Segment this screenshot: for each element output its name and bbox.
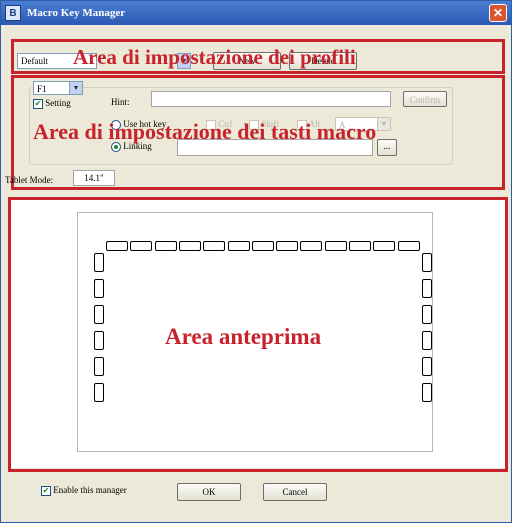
macro-area-callout: Area di impostazione dei tasti macro [33, 119, 377, 144]
cancel-button[interactable]: Cancel [263, 483, 327, 501]
close-icon: ✕ [492, 6, 504, 20]
app-icon: B [5, 5, 21, 21]
preview-area-callout: Area anteprima [165, 324, 322, 349]
tablet-mode-value: 14.1" [73, 170, 115, 186]
tablet-mode-label: Tablet Mode: [5, 175, 54, 185]
ok-button[interactable]: OK [177, 483, 241, 501]
enable-manager-label: Enable this manager [53, 485, 127, 495]
window-title: Macro Key Manager [27, 7, 126, 19]
enable-manager-checkbox[interactable]: ✔ Enable this manager [41, 485, 127, 496]
checkmark-icon: ✔ [41, 485, 51, 496]
macro-key-manager-window: B Macro Key Manager ✕ Default ▼ New Dele… [0, 0, 512, 523]
close-button[interactable]: ✕ [489, 4, 507, 22]
title-bar[interactable]: B Macro Key Manager ✕ [1, 1, 511, 25]
profile-area-callout: Area di impostazione dei profili [73, 45, 356, 69]
